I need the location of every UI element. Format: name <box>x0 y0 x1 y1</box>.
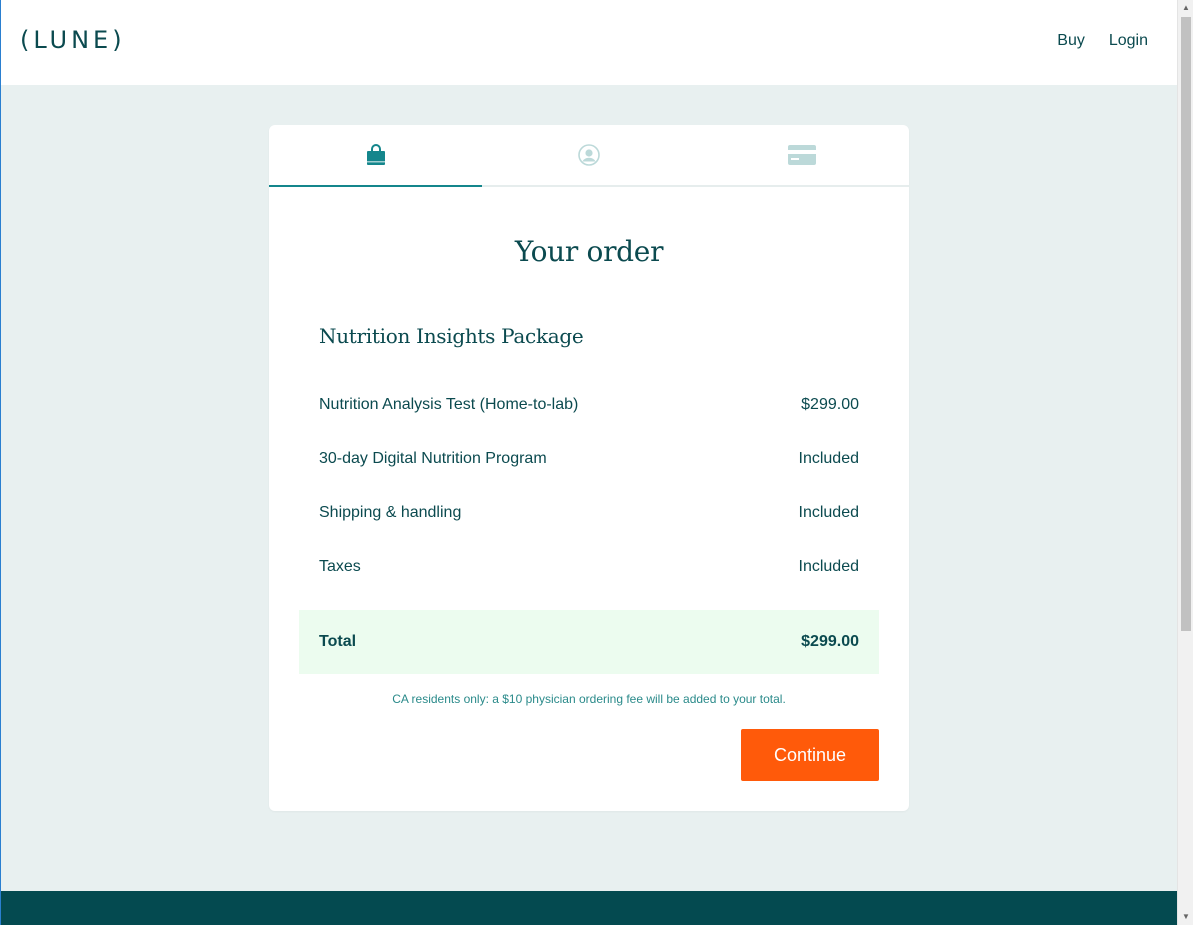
scroll-down-arrow-icon[interactable]: ▼ <box>1178 909 1193 925</box>
scroll-thumb[interactable] <box>1181 17 1191 631</box>
item-label: Shipping & handling <box>319 504 462 521</box>
item-label: Nutrition Analysis Test (Home-to-lab) <box>319 396 579 413</box>
page-title: Your order <box>514 235 664 268</box>
scroll-up-arrow-icon[interactable]: ▲ <box>1178 0 1193 16</box>
total-label: Total <box>319 633 357 650</box>
continue-button[interactable]: Continue <box>741 729 879 781</box>
package-name: Nutrition Insights Package <box>319 324 584 348</box>
scrollbar[interactable]: ▲ ▼ <box>1177 0 1193 925</box>
item-label: Taxes <box>319 558 361 575</box>
buy-link[interactable]: Buy <box>1057 32 1085 50</box>
list-item: Nutrition Analysis Test (Home-to-lab) $2… <box>269 378 909 432</box>
step-account[interactable] <box>482 125 695 185</box>
login-link[interactable]: Login <box>1109 32 1148 50</box>
item-value: Included <box>798 504 860 521</box>
order-total: Total $299.00 <box>299 610 879 674</box>
item-value: Included <box>798 450 860 467</box>
user-icon <box>578 144 600 166</box>
order-card: Your order Nutrition Insights Package Nu… <box>269 125 909 811</box>
site-footer <box>1 891 1177 925</box>
lune-logo[interactable]: (LUNE) <box>20 26 126 54</box>
list-item: Shipping & handling Included <box>269 486 909 540</box>
item-label: 30-day Digital Nutrition Program <box>319 450 547 467</box>
credit-card-icon <box>788 145 817 165</box>
step-payment[interactable] <box>696 125 909 185</box>
total-value: $299.00 <box>801 633 859 650</box>
ca-fee-note: CA residents only: a $10 physician order… <box>392 692 786 706</box>
top-nav: Buy Login <box>1057 32 1148 50</box>
window-edge <box>0 0 1 925</box>
checkout-steps <box>269 125 909 187</box>
list-item: 30-day Digital Nutrition Program Include… <box>269 432 909 486</box>
step-order[interactable] <box>269 125 483 187</box>
item-value: Included <box>798 558 860 575</box>
site-header: (LUNE) Buy Login <box>1 0 1177 85</box>
item-value: $299.00 <box>801 396 859 413</box>
list-item: Taxes Included <box>269 540 909 594</box>
order-items: Nutrition Analysis Test (Home-to-lab) $2… <box>269 378 909 594</box>
shopping-bag-icon <box>365 144 387 166</box>
